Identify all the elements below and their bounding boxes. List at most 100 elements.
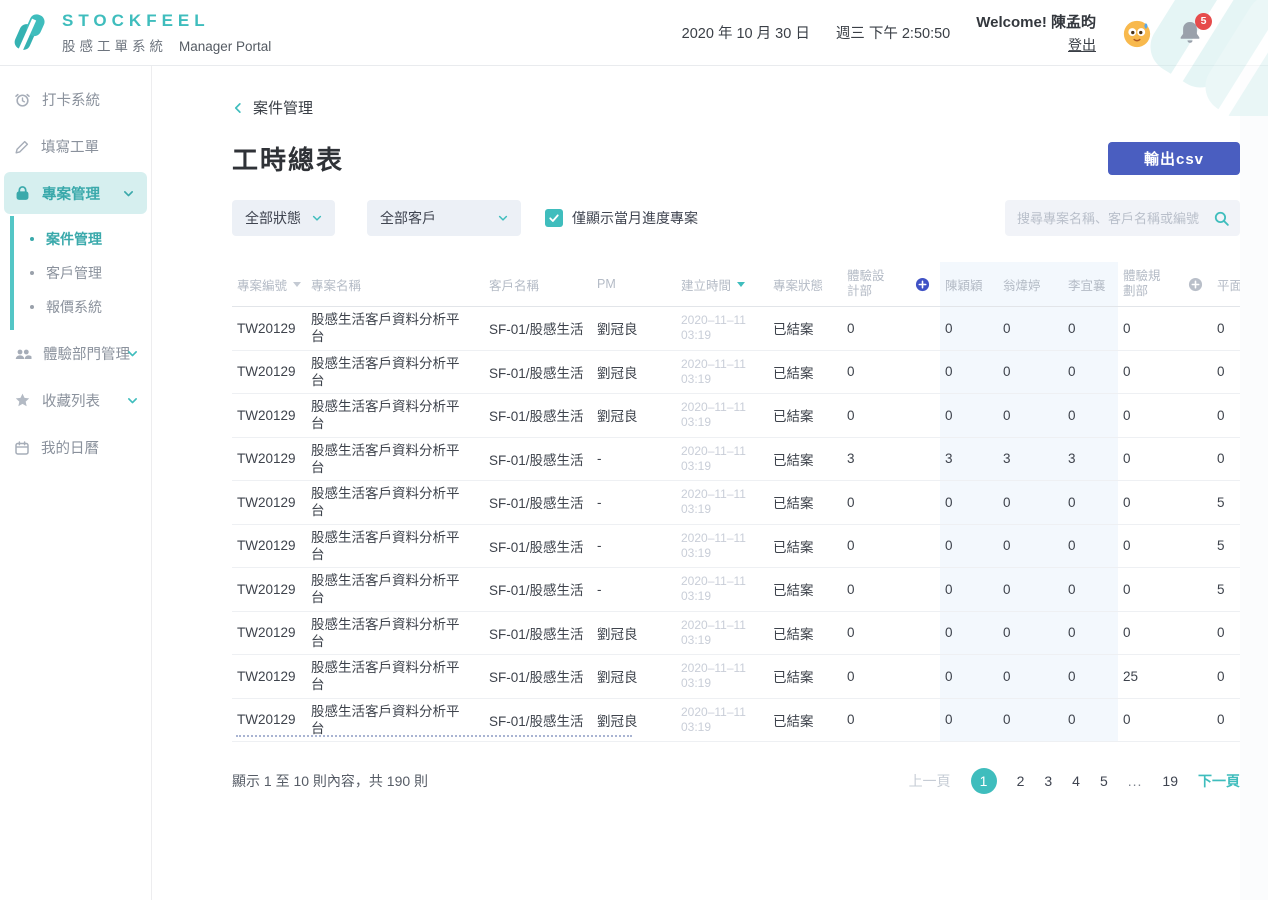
pagination-page-5[interactable]: 5 [1100, 773, 1108, 789]
cell-client-name: SF-01/股感生活 [484, 394, 592, 437]
cell-member-1-hours: 0 [940, 568, 998, 611]
column-header-member-3: 李宜襄 [1063, 262, 1118, 306]
cell-spacer [1178, 438, 1212, 481]
column-header-project-id[interactable]: 專案編號 [232, 262, 306, 306]
bullet-icon [30, 237, 34, 241]
cell-created-time: 2020–11–1103:19 [676, 481, 768, 524]
search-input[interactable] [1017, 211, 1213, 226]
cell-pm: 劉冠良 [592, 655, 676, 698]
cell-client-name: SF-01/股感生活 [484, 438, 592, 481]
cell-member-1-hours: 0 [940, 699, 998, 742]
export-csv-button[interactable]: 輸出csv [1108, 142, 1240, 175]
cell-experience-planning-hours: 0 [1118, 481, 1178, 524]
sidebar-item-punch-clock[interactable]: 打卡系統 [0, 76, 151, 123]
cell-member-2-hours: 0 [998, 612, 1063, 655]
column-header-created-time[interactable]: 建立時間 [676, 262, 768, 306]
table-row[interactable]: TW20129 股感生活客戶資料分析平台 SF-01/股感生活 - 2020–1… [232, 481, 1240, 525]
pagination-next[interactable]: 下一頁 [1198, 771, 1240, 791]
notifications-bell[interactable]: 5 [1178, 20, 1204, 46]
current-month-checkbox[interactable] [545, 209, 563, 227]
status-filter-dropdown[interactable]: 全部狀態 [232, 200, 335, 236]
pagination-page-4[interactable]: 4 [1072, 773, 1080, 789]
cell-member-3-hours: 3 [1063, 438, 1118, 481]
table-row[interactable]: TW20129 股感生活客戶資料分析平台 SF-01/股感生活 - 2020–1… [232, 568, 1240, 612]
cell-graphic-design-hours: 5 [1212, 481, 1240, 524]
user-welcome-block: Welcome! 陳孟昀 登出 [976, 11, 1096, 55]
cell-project-id: TW20129 [232, 525, 306, 568]
column-label: 建立時間 [681, 275, 731, 294]
sidebar-subitem-label: 報價系統 [46, 297, 102, 317]
breadcrumb[interactable]: 案件管理 [232, 97, 1240, 118]
sidebar-item-label: 打卡系統 [42, 89, 100, 110]
brand-logo[interactable]: STOCKFEEL 股感工單系統 Manager Portal [14, 11, 271, 55]
sidebar-item-favorites-list[interactable]: 收藏列表 [0, 377, 151, 424]
column-header-project-status: 專案狀態 [768, 262, 842, 306]
sidebar-subitem-case-management[interactable]: 案件管理 [14, 222, 151, 256]
table-row[interactable]: TW20129 股感生活客戶資料分析平台 SF-01/股感生活 - 2020–1… [232, 438, 1240, 482]
cell-project-name: 股感生活客戶資料分析平台 [306, 612, 484, 655]
cell-member-1-hours: 0 [940, 351, 998, 394]
pagination-page-3[interactable]: 3 [1044, 773, 1052, 789]
cell-spacer [904, 481, 940, 524]
checkmark-icon [548, 212, 560, 224]
top-bar-right: 2020 年 10 月 30 日 週三 下午 2:50:50 Welcome! … [682, 11, 1204, 55]
cell-experience-planning-hours: 0 [1118, 394, 1178, 437]
cell-client-name: SF-01/股感生活 [484, 481, 592, 524]
add-column-icon-gray [1188, 277, 1203, 292]
table-horizontal-scrollbar[interactable] [236, 735, 632, 737]
cell-created-time: 2020–11–1103:19 [676, 394, 768, 437]
welcome-username: Welcome! 陳孟昀 [976, 11, 1096, 32]
sidebar-subitem-client-management[interactable]: 客戶管理 [14, 256, 151, 290]
cell-member-1-hours: 0 [940, 307, 998, 350]
portal-label: Manager Portal [179, 39, 271, 54]
sidebar-subitem-label: 案件管理 [46, 229, 102, 249]
sidebar-item-fill-work-order[interactable]: 填寫工單 [0, 123, 151, 170]
user-avatar-emoji[interactable] [1122, 18, 1152, 48]
table-row[interactable]: TW20129 股感生活客戶資料分析平台 SF-01/股感生活 - 2020–1… [232, 525, 1240, 569]
sidebar-item-project-management[interactable]: 專案管理 [4, 172, 147, 214]
pagination: 上一頁 12345...19 下一頁 [909, 768, 1240, 794]
cell-client-name: SF-01/股感生活 [484, 655, 592, 698]
cell-project-id: TW20129 [232, 612, 306, 655]
cell-project-id: TW20129 [232, 481, 306, 524]
table-row[interactable]: TW20129 股感生活客戶資料分析平台 SF-01/股感生活 劉冠良 2020… [232, 394, 1240, 438]
cell-project-id: TW20129 [232, 438, 306, 481]
pagination-page-2[interactable]: 2 [1017, 773, 1025, 789]
top-bar: STOCKFEEL 股感工單系統 Manager Portal 2020 年 1… [0, 0, 1268, 66]
table-row[interactable]: TW20129 股感生活客戶資料分析平台 SF-01/股感生活 劉冠良 2020… [232, 307, 1240, 351]
table-row[interactable]: TW20129 股感生活客戶資料分析平台 SF-01/股感生活 劉冠良 2020… [232, 351, 1240, 395]
cell-graphic-design-hours: 0 [1212, 699, 1240, 742]
cell-experience-design-hours: 0 [842, 351, 904, 394]
table-row[interactable]: TW20129 股感生活客戶資料分析平台 SF-01/股感生活 劉冠良 2020… [232, 612, 1240, 656]
cell-project-status: 已結案 [768, 481, 842, 524]
sidebar-item-label: 我的日曆 [41, 437, 99, 458]
briefcase-icon [14, 185, 31, 202]
table-row[interactable]: TW20129 股感生活客戶資料分析平台 SF-01/股感生活 劉冠良 2020… [232, 655, 1240, 699]
client-filter-value: 全部客戶 [380, 208, 436, 228]
client-filter-dropdown[interactable]: 全部客戶 [367, 200, 521, 236]
brand-text: STOCKFEEL 股感工單系統 Manager Portal [62, 11, 271, 55]
cell-graphic-design-hours: 0 [1212, 394, 1240, 437]
cell-graphic-design-hours: 0 [1212, 438, 1240, 481]
search-icon[interactable] [1213, 210, 1230, 227]
expand-experience-planning-columns-button[interactable] [1178, 262, 1212, 306]
cell-spacer [1178, 699, 1212, 742]
pagination-page-1[interactable]: 1 [971, 768, 997, 794]
sidebar-subitem-quotation-system[interactable]: 報價系統 [14, 290, 151, 324]
sidebar-item-my-calendar[interactable]: 我的日曆 [0, 424, 151, 471]
cell-project-name: 股感生活客戶資料分析平台 [306, 438, 484, 481]
logout-link[interactable]: 登出 [1068, 35, 1096, 55]
sidebar-item-experience-dept-management[interactable]: 體驗部門管理 [0, 330, 151, 377]
cell-member-2-hours: 0 [998, 351, 1063, 394]
cell-experience-design-hours: 0 [842, 612, 904, 655]
cell-created-time: 2020–11–1103:19 [676, 307, 768, 350]
cell-member-2-hours: 3 [998, 438, 1063, 481]
cell-project-name: 股感生活客戶資料分析平台 [306, 568, 484, 611]
expand-experience-design-columns-button[interactable] [904, 262, 940, 306]
cell-member-1-hours: 0 [940, 481, 998, 524]
pagination-page-19[interactable]: 19 [1162, 773, 1178, 789]
pagination-prev[interactable]: 上一頁 [909, 771, 951, 791]
column-label: PM [597, 277, 616, 291]
cell-project-id: TW20129 [232, 655, 306, 698]
table-header-row: 專案編號 專案名稱 客戶名稱 PM 建立時間 專案狀態 [232, 262, 1240, 307]
